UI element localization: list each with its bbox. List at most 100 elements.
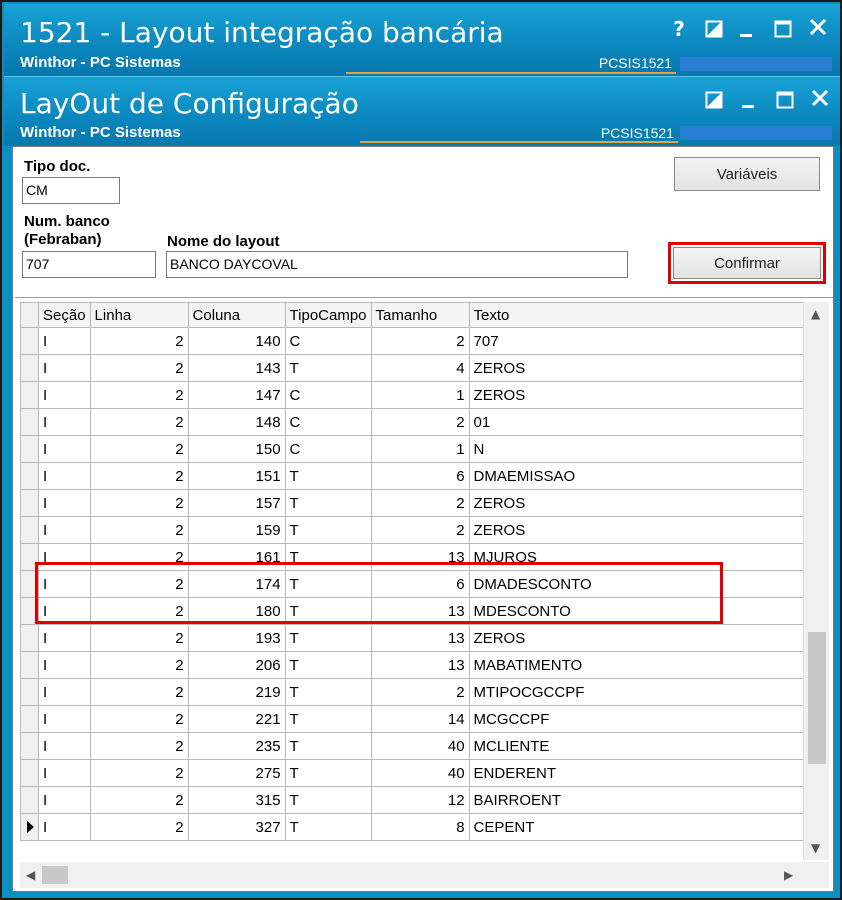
cell-tipocampo[interactable]: T [284,651,372,679]
maximize-icon[interactable] [770,16,796,42]
cell-secao[interactable]: I [38,462,91,490]
table-row[interactable]: I 2 275 T 40 ENDERENT [20,759,807,787]
cell-tamanho[interactable]: 2 [370,327,470,355]
cell-secao[interactable]: I [38,813,91,841]
cell-tamanho[interactable]: 12 [370,786,470,814]
row-indicator[interactable] [20,489,39,517]
cell-coluna[interactable]: 219 [187,678,286,706]
horizontal-scrollbar[interactable]: ◀ ▶ [20,862,803,888]
cell-linha[interactable]: 2 [89,354,189,382]
variaveis-button[interactable]: Variáveis [674,157,820,191]
cell-tipocampo[interactable]: T [284,462,372,490]
cell-linha[interactable]: 2 [89,786,189,814]
nome-layout-field[interactable]: BANCO DAYCOVAL [166,251,628,278]
cell-secao[interactable]: I [38,678,91,706]
cell-coluna[interactable]: 143 [187,354,286,382]
cell-tamanho[interactable]: 6 [370,462,470,490]
table-row[interactable]: I 2 193 T 13 ZEROS [20,624,807,652]
cell-tipocampo[interactable]: T [284,705,372,733]
cell-texto[interactable]: ZEROS [468,354,807,382]
cell-secao[interactable]: I [38,381,91,409]
cell-linha[interactable]: 2 [89,516,189,544]
help-icon[interactable]: ? [666,16,692,42]
cell-tamanho[interactable]: 13 [370,624,470,652]
cell-secao[interactable]: I [38,435,91,463]
column-header-texto[interactable]: Texto [468,302,807,328]
cell-coluna[interactable]: 193 [187,624,286,652]
cell-linha[interactable]: 2 [89,651,189,679]
table-row[interactable]: I 2 235 T 40 MCLIENTE [20,732,807,760]
table-row[interactable]: I 2 148 C 2 01 [20,408,807,436]
restore-icon[interactable] [701,16,727,42]
minimize-icon[interactable] [733,16,759,42]
cell-coluna[interactable]: 206 [187,651,286,679]
cell-tipocampo[interactable]: T [284,678,372,706]
cell-linha[interactable]: 2 [89,732,189,760]
cell-texto[interactable]: BAIRROENT [468,786,807,814]
cell-tipocampo[interactable]: T [284,759,372,787]
scroll-right-icon[interactable]: ▶ [784,869,793,881]
cell-texto[interactable]: DMAEMISSAO [468,462,807,490]
cell-texto[interactable]: ZEROS [468,624,807,652]
cell-texto[interactable]: ZEROS [468,489,807,517]
column-header-tipocampo[interactable]: TipoCampo [284,302,372,328]
dialog-titlebar[interactable]: LayOut de Configuração Winthor - PC Sist… [4,76,840,146]
dialog-maximize-icon[interactable] [772,87,798,113]
table-row[interactable]: I 2 315 T 12 BAIRROENT [20,786,807,814]
table-row[interactable]: I 2 221 T 14 MCGCCPF [20,705,807,733]
row-indicator[interactable] [20,678,39,706]
cell-coluna[interactable]: 235 [187,732,286,760]
cell-texto[interactable]: 01 [468,408,807,436]
cell-linha[interactable]: 2 [89,624,189,652]
cell-coluna[interactable]: 157 [187,489,286,517]
scroll-down-icon[interactable]: ▼ [811,842,820,854]
cell-tipocampo[interactable]: T [284,624,372,652]
cell-secao[interactable]: I [38,327,91,355]
close-icon[interactable] [805,14,831,40]
cell-secao[interactable]: I [38,786,91,814]
cell-tipocampo[interactable]: C [284,435,372,463]
table-row[interactable]: I 2 143 T 4 ZEROS [20,354,807,382]
cell-texto[interactable]: CEPENT [468,813,807,841]
cell-texto[interactable]: MABATIMENTO [468,651,807,679]
cell-tamanho[interactable]: 2 [370,516,470,544]
cell-texto[interactable]: N [468,435,807,463]
cell-tipocampo[interactable]: T [284,516,372,544]
vertical-scroll-thumb[interactable] [808,632,826,764]
dialog-minimize-icon[interactable] [735,87,761,113]
tipo-doc-field[interactable]: CM [22,177,120,204]
cell-coluna[interactable]: 148 [187,408,286,436]
cell-secao[interactable]: I [38,732,91,760]
cell-tamanho[interactable]: 4 [370,354,470,382]
table-row[interactable]: I 2 157 T 2 ZEROS [20,489,807,517]
row-indicator[interactable] [20,408,39,436]
cell-secao[interactable]: I [38,705,91,733]
cell-texto[interactable]: 707 [468,327,807,355]
cell-linha[interactable]: 2 [89,327,189,355]
cell-tamanho[interactable]: 1 [370,435,470,463]
cell-tipocampo[interactable]: T [284,732,372,760]
table-row[interactable]: I 2 159 T 2 ZEROS [20,516,807,544]
num-banco-field[interactable]: 707 [22,251,156,278]
dialog-close-icon[interactable] [807,85,833,111]
cell-texto[interactable]: MCGCCPF [468,705,807,733]
cell-tamanho[interactable]: 2 [370,489,470,517]
cell-coluna[interactable]: 315 [187,786,286,814]
column-header-coluna[interactable]: Coluna [187,302,286,328]
cell-coluna[interactable]: 147 [187,381,286,409]
main-titlebar[interactable]: 1521 - Layout integração bancária Wintho… [4,4,840,76]
row-indicator[interactable] [20,381,39,409]
cell-tipocampo[interactable]: T [284,813,372,841]
cell-linha[interactable]: 2 [89,759,189,787]
table-row[interactable]: I 2 327 T 8 CEPENT [20,813,807,841]
table-row[interactable]: I 2 147 C 1 ZEROS [20,381,807,409]
table-row[interactable]: I 2 151 T 6 DMAEMISSAO [20,462,807,490]
cell-coluna[interactable]: 221 [187,705,286,733]
cell-linha[interactable]: 2 [89,705,189,733]
row-indicator[interactable] [20,354,39,382]
cell-tamanho[interactable]: 8 [370,813,470,841]
cell-tipocampo[interactable]: T [284,786,372,814]
cell-linha[interactable]: 2 [89,813,189,841]
column-header-secao[interactable]: Seção [38,302,91,328]
cell-tamanho[interactable]: 2 [370,678,470,706]
